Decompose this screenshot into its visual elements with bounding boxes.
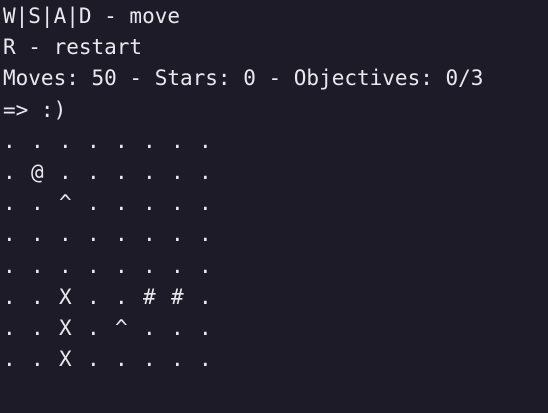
empty-cell: . bbox=[171, 191, 184, 216]
mood-indicator: => :) bbox=[3, 97, 67, 122]
star-cell: ^ bbox=[115, 315, 128, 340]
terminal-window: W|S|A|D - move R - restart Moves: 50 - S… bbox=[0, 0, 548, 413]
empty-cell: . bbox=[171, 128, 184, 153]
empty-cell: . bbox=[199, 347, 212, 372]
empty-cell: . bbox=[87, 347, 100, 372]
empty-cell: . bbox=[87, 284, 100, 309]
empty-cell: . bbox=[3, 347, 16, 372]
empty-cell: . bbox=[31, 253, 44, 278]
empty-cell: . bbox=[199, 315, 212, 340]
empty-cell: . bbox=[3, 128, 16, 153]
wall-cell: # bbox=[171, 284, 184, 309]
empty-cell: . bbox=[199, 191, 212, 216]
empty-cell: . bbox=[31, 315, 44, 340]
empty-cell: . bbox=[115, 253, 128, 278]
empty-cell: . bbox=[115, 191, 128, 216]
star-cell: ^ bbox=[59, 191, 72, 216]
empty-cell: . bbox=[59, 128, 72, 153]
objective-cell: X bbox=[59, 315, 72, 340]
empty-cell: . bbox=[3, 284, 16, 309]
empty-cell: . bbox=[115, 347, 128, 372]
empty-cell: . bbox=[31, 128, 44, 153]
empty-cell: . bbox=[3, 315, 16, 340]
empty-cell: . bbox=[59, 222, 72, 247]
empty-cell: . bbox=[3, 253, 16, 278]
player-cell: @ bbox=[31, 159, 44, 184]
empty-cell: . bbox=[3, 222, 16, 247]
empty-cell: . bbox=[171, 222, 184, 247]
empty-cell: . bbox=[87, 315, 100, 340]
objective-cell: X bbox=[59, 284, 72, 309]
empty-cell: . bbox=[31, 222, 44, 247]
empty-cell: . bbox=[171, 159, 184, 184]
board-row: .. X..... bbox=[0, 344, 548, 375]
empty-cell: . bbox=[143, 191, 156, 216]
empty-cell: . bbox=[31, 347, 44, 372]
board-row: .. X.. # #. bbox=[0, 282, 548, 313]
board-row: .. ^..... bbox=[0, 188, 548, 219]
empty-cell: . bbox=[87, 159, 100, 184]
empty-cell: . bbox=[115, 159, 128, 184]
empty-cell: . bbox=[143, 222, 156, 247]
empty-cell: . bbox=[87, 253, 100, 278]
empty-cell: . bbox=[143, 253, 156, 278]
empty-cell: . bbox=[143, 315, 156, 340]
empty-cell: . bbox=[171, 315, 184, 340]
empty-cell: . bbox=[3, 159, 16, 184]
status-line: Moves: 50 - Stars: 0 - Objectives: 0/3 bbox=[3, 66, 484, 91]
controls-move-hint: W|S|A|D - move bbox=[3, 4, 181, 28]
empty-cell: . bbox=[31, 284, 44, 309]
empty-cell: . bbox=[115, 284, 128, 309]
empty-cell: . bbox=[87, 128, 100, 153]
empty-cell: . bbox=[199, 253, 212, 278]
empty-cell: . bbox=[199, 128, 212, 153]
board-row: . @...... bbox=[0, 157, 548, 188]
empty-cell: . bbox=[143, 159, 156, 184]
empty-cell: . bbox=[31, 191, 44, 216]
game-board[interactable]: ......... @........ ^.....................… bbox=[0, 126, 548, 376]
empty-cell: . bbox=[59, 159, 72, 184]
empty-cell: . bbox=[87, 191, 100, 216]
board-row: ........ bbox=[0, 219, 548, 250]
wall-cell: # bbox=[143, 284, 156, 309]
empty-cell: . bbox=[59, 253, 72, 278]
empty-cell: . bbox=[171, 253, 184, 278]
empty-cell: . bbox=[115, 128, 128, 153]
board-row: ........ bbox=[0, 251, 548, 282]
empty-cell: . bbox=[143, 347, 156, 372]
empty-cell: . bbox=[3, 191, 16, 216]
controls-restart-hint: R - restart bbox=[3, 35, 143, 60]
empty-cell: . bbox=[87, 222, 100, 247]
empty-cell: . bbox=[143, 128, 156, 153]
board-row: ........ bbox=[0, 126, 548, 157]
empty-cell: . bbox=[115, 222, 128, 247]
empty-cell: . bbox=[199, 159, 212, 184]
empty-cell: . bbox=[199, 222, 212, 247]
empty-cell: . bbox=[171, 347, 184, 372]
empty-cell: . bbox=[199, 284, 212, 309]
objective-cell: X bbox=[59, 347, 72, 372]
board-row: .. X. ^... bbox=[0, 313, 548, 344]
